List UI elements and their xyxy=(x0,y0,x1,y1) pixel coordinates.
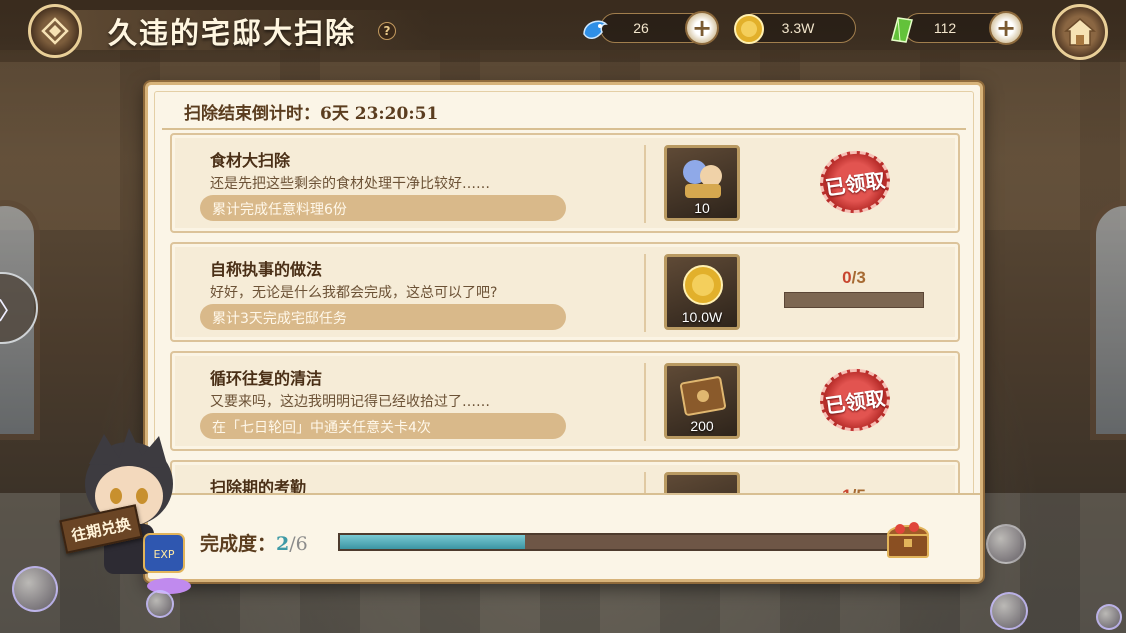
green-crystal-icon xyxy=(891,17,913,43)
page-title: 久违的宅邸大扫除 xyxy=(108,16,357,50)
help-icon[interactable]: ? xyxy=(378,22,396,40)
character-card-icon xyxy=(683,160,722,198)
task-name: 循环往复的清洁 xyxy=(210,369,323,388)
completion-footer: 完成度：2/6 xyxy=(148,493,980,579)
home-icon xyxy=(1064,18,1096,46)
gold-coin-icon xyxy=(683,265,723,305)
resource-value: 26 xyxy=(633,20,649,36)
cleaning-event-panel: 扫除结束倒计时：6天 23:20:51 食材大扫除 还是先把这些剩余的食材处理干… xyxy=(145,82,983,582)
task-item: 循环往复的清洁 又要来吗，这边我明明记得已经收拾过了…… 在「七日轮回」中通关任… xyxy=(170,351,960,451)
task-list[interactable]: 食材大扫除 还是先把这些剩余的食材处理干净比较好…… 累计完成任意料理6份 10… xyxy=(170,133,960,499)
add-blue-fish-button[interactable]: + xyxy=(685,11,719,45)
progress-total: /3 xyxy=(851,268,866,287)
reward-quantity: 10 xyxy=(694,200,710,216)
resource-blue-fish: 26 + xyxy=(600,11,719,45)
task-description: 好好，无论是什么我都会完成，这总可以了吧? xyxy=(210,285,498,301)
divider xyxy=(162,128,966,130)
countdown-timer: 扫除结束倒计时：6天 23:20:51 xyxy=(184,104,439,124)
top-bar: 久违的宅邸大扫除 ? 26 + 3.3W 112 + xyxy=(0,0,1126,62)
task-item: 食材大扫除 还是先把这些剩余的食材处理干净比较好…… 累计完成任意料理6份 10… xyxy=(170,133,960,233)
bubble-decoration xyxy=(986,524,1026,564)
exp-badge: EXP xyxy=(153,548,174,561)
reward-slot[interactable]: 10 xyxy=(664,145,740,221)
ancient-book-icon xyxy=(680,376,726,416)
task-description: 还是先把这些剩余的食材处理干净比较好…… xyxy=(210,176,490,192)
completion-progress-bar xyxy=(338,533,898,551)
reward-slot[interactable]: 10.0W xyxy=(664,254,740,330)
gold-coin-icon xyxy=(734,14,764,44)
blue-fish-icon xyxy=(583,20,608,39)
resource-green-crystal: 112 + xyxy=(904,11,1023,45)
background-window-right xyxy=(1090,200,1126,440)
completion-text: 完成度： xyxy=(200,533,277,555)
task-name: 食材大扫除 xyxy=(210,151,291,170)
home-button[interactable] xyxy=(1052,4,1108,60)
progress-current: 0 xyxy=(842,268,852,287)
claimed-stamp: 已领取 xyxy=(816,364,894,436)
treasure-chest-icon[interactable] xyxy=(884,517,932,559)
completion-label: 完成度：2/6 xyxy=(200,529,308,556)
task-condition: 累计完成任意料理6份 xyxy=(200,195,566,221)
completion-progress-fill xyxy=(340,535,526,549)
bubble-decoration xyxy=(12,566,58,612)
divider xyxy=(644,145,646,223)
reward-slot[interactable]: 200 xyxy=(664,363,740,439)
claimed-stamp: 已领取 xyxy=(816,146,894,218)
divider xyxy=(644,363,646,441)
bubble-decoration xyxy=(1096,604,1122,630)
menu-button[interactable] xyxy=(28,4,82,58)
task-condition: 在「七日轮回」中通关任意关卡4次 xyxy=(200,413,566,439)
task-item: 自称执事的做法 好好，无论是什么我都会完成，这总可以了吧? 累计3天完成宅邸任务… xyxy=(170,242,960,342)
completion-current: 2 xyxy=(276,533,290,555)
task-description: 又要来吗，这边我明明记得已经收拾过了…… xyxy=(210,394,490,410)
task-condition: 累计3天完成宅邸任务 xyxy=(200,304,566,330)
bubble-decoration xyxy=(990,592,1028,630)
bubble-decoration xyxy=(146,590,174,618)
divider xyxy=(644,254,646,332)
reward-quantity: 10.0W xyxy=(681,309,723,325)
task-progress-bar xyxy=(784,292,924,308)
add-green-crystal-button[interactable]: + xyxy=(989,11,1023,45)
task-progress-text: 0/3 xyxy=(784,268,924,288)
reward-quantity: 200 xyxy=(690,418,714,434)
task-name: 自称执事的做法 xyxy=(210,260,323,279)
completion-total: /6 xyxy=(289,533,308,555)
diamond-menu-icon xyxy=(41,17,69,45)
